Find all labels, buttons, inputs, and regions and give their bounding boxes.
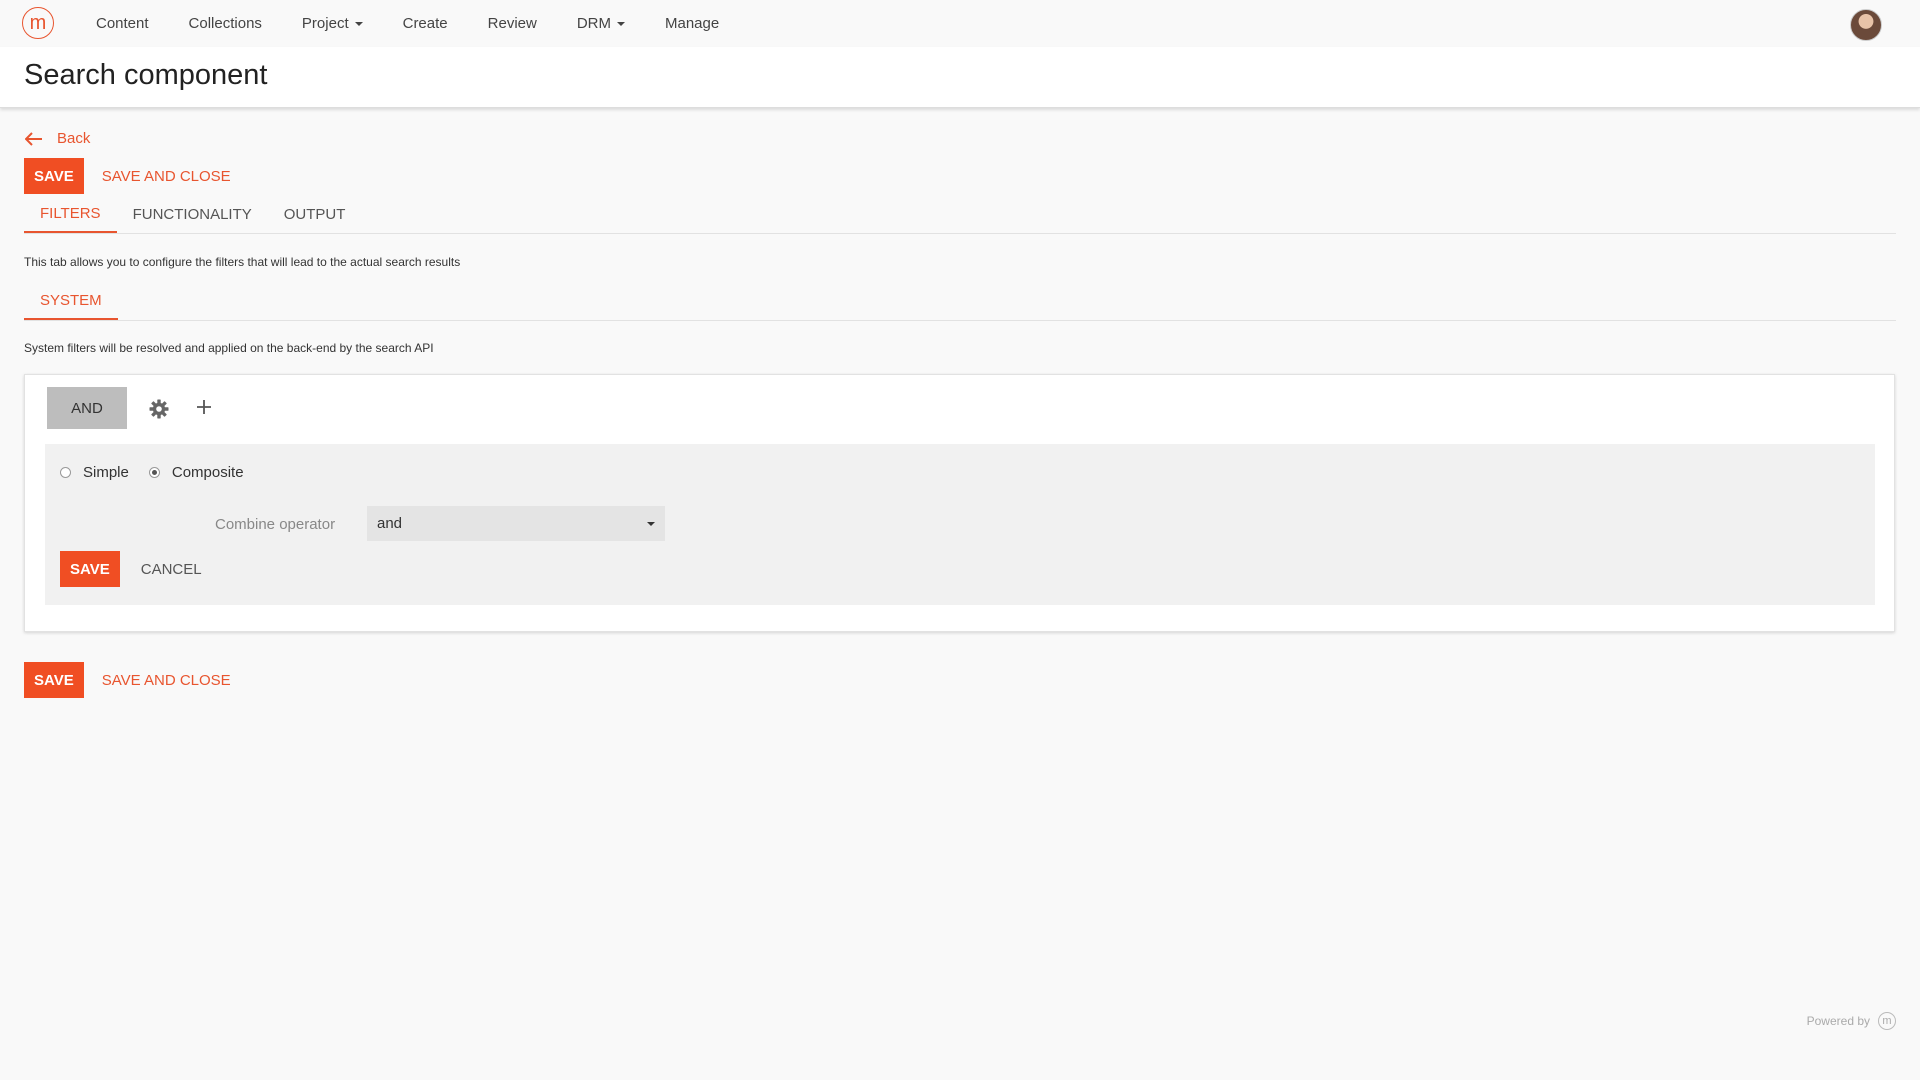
nav-item-manage[interactable]: Manage bbox=[665, 15, 719, 32]
radio-simple[interactable] bbox=[60, 467, 71, 478]
nav-item-collections[interactable]: Collections bbox=[189, 15, 262, 32]
top-action-bar: SAVE SAVE AND CLOSE bbox=[24, 158, 231, 194]
nav-item-create[interactable]: Create bbox=[403, 15, 448, 32]
nav-item-content[interactable]: Content bbox=[96, 15, 149, 32]
logo-glyph: m bbox=[29, 12, 47, 34]
main-tabs: FILTERS FUNCTIONALITY OUTPUT bbox=[24, 195, 1896, 234]
nav-item-drm[interactable]: DRM bbox=[577, 15, 625, 32]
nav-item-label: Create bbox=[402, 15, 448, 32]
system-description: System filters will be resolved and appl… bbox=[24, 341, 434, 355]
filter-panel: AND Simple Composite Combine operator an… bbox=[24, 374, 1895, 632]
save-and-close-button[interactable]: SAVE AND CLOSE bbox=[102, 168, 231, 185]
gear-icon[interactable] bbox=[149, 399, 169, 419]
operator-and-button[interactable]: AND bbox=[47, 387, 127, 429]
tab-filters[interactable]: FILTERS bbox=[24, 195, 117, 233]
editor-save-button[interactable]: SAVE bbox=[60, 551, 120, 587]
nav-item-label: Manage bbox=[665, 15, 720, 32]
radio-composite-label: Composite bbox=[171, 464, 244, 481]
caret-down-icon bbox=[617, 21, 625, 26]
powered-by-label: Powered by bbox=[1806, 1014, 1870, 1028]
footer-logo-glyph: m bbox=[1882, 1015, 1892, 1027]
nav-item-project[interactable]: Project bbox=[302, 15, 363, 32]
arrow-left-icon bbox=[25, 131, 42, 146]
nav-menu: Content Collections Project Create Revie… bbox=[76, 0, 739, 47]
radio-simple-label: Simple bbox=[83, 464, 129, 481]
radio-composite[interactable] bbox=[148, 467, 160, 478]
nav-item-label: Content bbox=[96, 15, 149, 32]
combine-operator-value: and bbox=[377, 515, 403, 532]
tab-functionality[interactable]: FUNCTIONALITY bbox=[117, 195, 268, 233]
nav-item-label: Review bbox=[487, 15, 537, 32]
save-and-close-button-bottom[interactable]: SAVE AND CLOSE bbox=[102, 672, 231, 689]
page-header: Search component bbox=[0, 47, 1920, 108]
combine-operator-label: Combine operator bbox=[215, 516, 336, 533]
nav-item-label: DRM bbox=[576, 15, 611, 32]
tab-output[interactable]: OUTPUT bbox=[268, 195, 362, 233]
tab-description: This tab allows you to configure the fil… bbox=[24, 255, 461, 269]
footer-logo: m bbox=[1878, 1012, 1896, 1030]
editor-cancel-button[interactable]: CANCEL bbox=[141, 561, 202, 578]
app-logo[interactable]: m bbox=[22, 7, 54, 39]
combine-operator-select[interactable]: and bbox=[367, 506, 665, 541]
filter-type-radios: Simple Composite bbox=[60, 464, 264, 481]
user-avatar[interactable] bbox=[1850, 9, 1882, 41]
plus-icon[interactable] bbox=[196, 399, 212, 415]
save-button-bottom[interactable]: SAVE bbox=[24, 662, 84, 698]
powered-by: Powered by m bbox=[1807, 1012, 1896, 1030]
filter-editor: Simple Composite Combine operator and SA… bbox=[45, 444, 1875, 605]
editor-actions: SAVE CANCEL bbox=[60, 551, 202, 587]
back-label: Back bbox=[57, 130, 91, 147]
bottom-action-bar: SAVE SAVE AND CLOSE bbox=[24, 662, 231, 698]
caret-down-icon bbox=[647, 521, 655, 526]
back-link[interactable]: Back bbox=[25, 130, 90, 147]
nav-item-review[interactable]: Review bbox=[488, 15, 537, 32]
tab-system[interactable]: SYSTEM bbox=[24, 282, 118, 320]
save-button[interactable]: SAVE bbox=[24, 158, 84, 194]
nav-item-label: Project bbox=[301, 15, 349, 32]
nav-item-label: Collections bbox=[188, 15, 262, 32]
filter-subtabs: SYSTEM bbox=[24, 282, 1896, 321]
top-navigation: m Content Collections Project Create Rev… bbox=[0, 0, 1920, 47]
page-title: Search component bbox=[24, 59, 268, 91]
caret-down-icon bbox=[354, 21, 363, 26]
